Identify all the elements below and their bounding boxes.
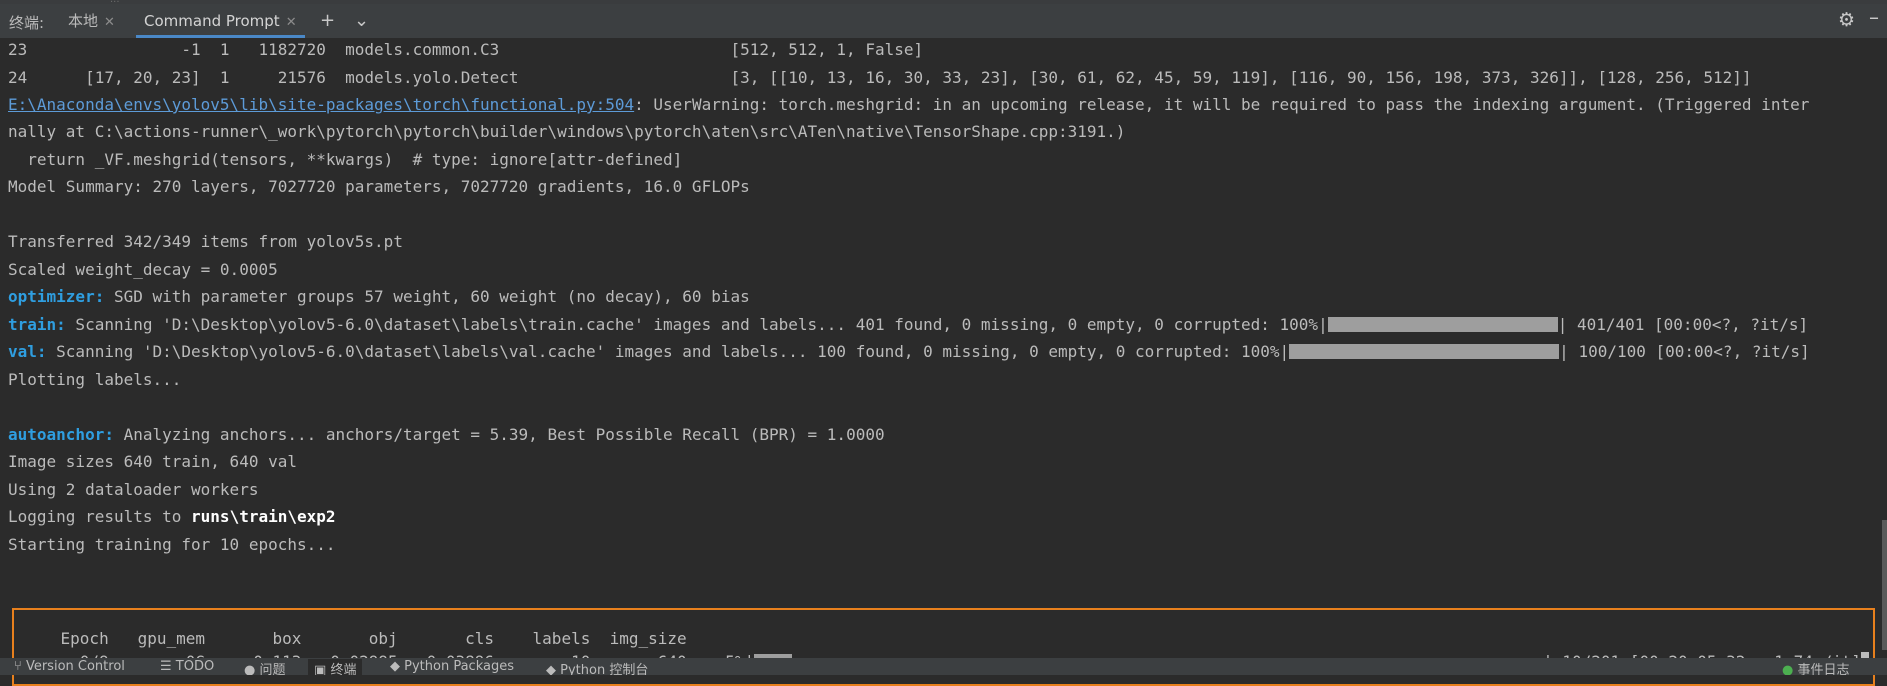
logging-line: Logging results to runs\train\exp2 — [8, 506, 336, 528]
train-text: Scanning 'D:\Desktop\yolov5-6.0\dataset\… — [65, 315, 1328, 334]
event-log-button[interactable]: ● 事件日志 — [1782, 659, 1850, 675]
logging-prefix: Logging results to — [8, 507, 192, 526]
val-tail: | 100/100 [00:00<?, ?it/s] — [1559, 342, 1810, 361]
logging-path: runs\train\exp2 — [191, 507, 336, 526]
event-log-label: 事件日志 — [1797, 663, 1850, 675]
event-log-icon: ● — [1782, 663, 1794, 675]
tab-command-prompt[interactable]: Command Prompt ✕ — [136, 4, 305, 38]
autoanchor-line: autoanchor: Analyzing anchors... anchors… — [8, 424, 885, 446]
file-link[interactable]: E:\Anaconda\envs\yolov5\lib\site-package… — [8, 95, 634, 114]
list-icon: ☰ — [160, 659, 172, 674]
model-summary: Model Summary: 270 layers, 7027720 param… — [8, 177, 750, 196]
terminal-tab-bar: 终端: 本地 ✕ Command Prompt ✕ + ⌄ ⚙ – — [0, 4, 1887, 39]
autoanchor-keyword: autoanchor: — [8, 425, 114, 444]
gear-icon[interactable]: ⚙ — [1838, 9, 1855, 31]
image-sizes-line: Image sizes 640 train, 640 val — [8, 452, 297, 471]
train-tail: | 401/401 [00:00<?, ?it/s] — [1557, 315, 1809, 334]
add-tab-icon[interactable]: + — [320, 8, 335, 34]
todo-label: TODO — [175, 659, 215, 674]
tool-window-title: 终端: — [9, 14, 45, 32]
problems-icon: ● — [244, 663, 256, 675]
warning-continuation: nally at C:\actions-runner\_work\pytorch… — [8, 122, 1126, 141]
branch-icon: ⑂ — [14, 659, 22, 674]
train-progress-bar — [1327, 317, 1558, 332]
chevron-down-icon[interactable]: ⌄ — [354, 8, 369, 34]
train-scan-line: train: Scanning 'D:\Desktop\yolov5-6.0\d… — [8, 314, 1808, 336]
layer-row-23: 23 -1 1 1182720 models.common.C3 [512, 5… — [8, 40, 924, 59]
tab-local[interactable]: 本地 ✕ — [60, 4, 123, 38]
epoch-header: Epoch gpu_mem box obj cls labels img_siz… — [22, 629, 687, 648]
packages-icon: ◆ — [390, 659, 400, 674]
terminal-label: 终端 — [330, 663, 357, 675]
problems-button[interactable]: ● 问题 — [244, 659, 286, 675]
close-icon[interactable]: ✕ — [104, 15, 115, 30]
optimizer-text: SGD with parameter groups 57 weight, 60 … — [104, 287, 750, 306]
transferred-line: Transferred 342/349 items from yolov5s.p… — [8, 232, 403, 251]
scaled-line: Scaled weight_decay = 0.0005 — [8, 260, 278, 279]
optimizer-line: optimizer: SGD with parameter groups 57 … — [8, 286, 750, 308]
python-console-label: Python 控制台 — [560, 663, 649, 675]
val-scan-line: val: Scanning 'D:\Desktop\yolov5-6.0\dat… — [8, 341, 1810, 363]
terminal-button[interactable]: ▣ 终端 — [308, 659, 363, 675]
warning-return-line: return _VF.meshgrid(tensors, **kwargs) #… — [8, 150, 683, 169]
train-keyword: train: — [8, 315, 66, 334]
python-packages-label: Python Packages — [404, 659, 514, 674]
todo-button[interactable]: ☰ TODO — [160, 659, 214, 674]
python-packages-button[interactable]: ◆ Python Packages — [390, 659, 514, 674]
bottom-tool-bar: ⑂ Version Control ☰ TODO ● 问题 ▣ 终端 ◆ Pyt… — [0, 658, 1887, 675]
python-console-icon: ◆ — [546, 663, 556, 675]
val-keyword: val: — [8, 342, 47, 361]
plotting-line: Plotting labels... — [8, 370, 182, 389]
warning-line: E:\Anaconda\envs\yolov5\lib\site-package… — [8, 94, 1809, 116]
terminal-icon: ▣ — [314, 663, 327, 675]
close-icon[interactable]: ✕ — [286, 15, 297, 30]
tab-command-prompt-label: Command Prompt — [144, 12, 280, 30]
warning-text: : UserWarning: torch.meshgrid: in an upc… — [634, 95, 1810, 114]
tab-local-label: 本地 — [68, 12, 99, 30]
problems-label: 问题 — [259, 663, 286, 675]
autoanchor-text: Analyzing anchors... anchors/target = 5.… — [113, 425, 885, 444]
python-console-button[interactable]: ◆ Python 控制台 — [546, 659, 648, 675]
val-progress-bar — [1289, 344, 1560, 359]
val-text: Scanning 'D:\Desktop\yolov5-6.0\dataset\… — [46, 342, 1290, 361]
dataloader-line: Using 2 dataloader workers — [8, 480, 259, 499]
layer-row-24: 24 [17, 20, 23] 1 21576 models.yolo.Dete… — [8, 68, 1752, 87]
terminal-scrollbar[interactable] — [1882, 520, 1887, 650]
version-control-label: Version Control — [25, 659, 125, 674]
minimize-icon[interactable]: – — [1869, 5, 1879, 29]
starting-line: Starting training for 10 epochs... — [8, 535, 336, 554]
optimizer-keyword: optimizer: — [8, 287, 105, 306]
top-fragment: ... — [110, 0, 230, 2]
terminal-output[interactable]: 23 -1 1 1182720 models.common.C3 [512, 5… — [0, 38, 1887, 686]
version-control-button[interactable]: ⑂ Version Control — [14, 659, 125, 674]
